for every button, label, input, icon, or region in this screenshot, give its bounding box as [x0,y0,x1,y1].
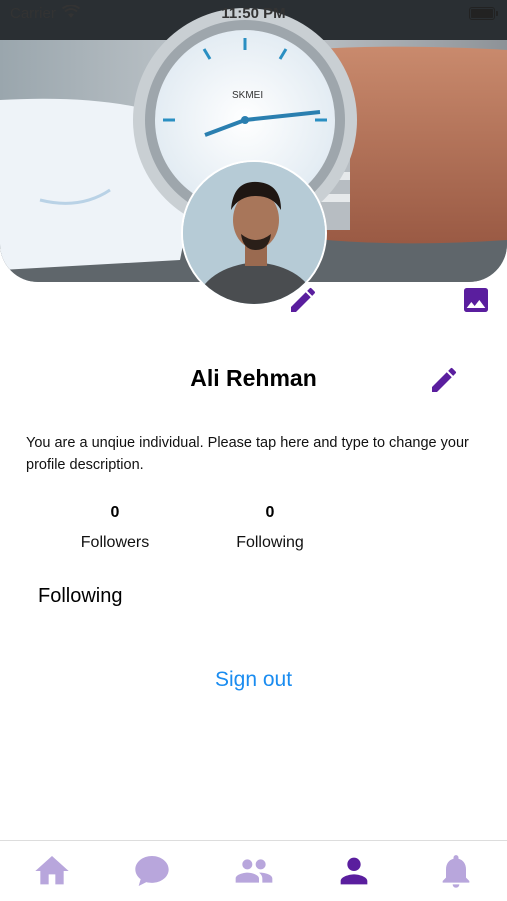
edit-name-pencil-icon[interactable] [428,364,460,396]
watch-brand-text: SKMEI [232,90,263,101]
profile-description[interactable]: You are a unqiue individual. Please tap … [26,432,486,476]
followers-stat[interactable]: 0 Followers [45,504,185,552]
sign-out-button[interactable]: Sign out [0,668,507,692]
following-section-title: Following [38,585,123,607]
following-stat[interactable]: 0 Following [200,504,340,552]
following-count: 0 [265,504,275,521]
tab-bar [0,840,507,901]
followers-count: 0 [110,504,120,521]
home-icon[interactable] [32,851,72,891]
cover-image-icon[interactable] [460,284,492,316]
status-bar: Carrier 11:50 PM [0,0,507,28]
status-time: 11:50 PM [221,5,286,22]
people-icon[interactable] [234,851,274,891]
battery-icon [469,7,498,20]
followers-label: Followers [80,534,150,551]
bell-icon[interactable] [436,851,476,891]
edit-avatar-pencil-icon[interactable] [287,284,319,316]
chat-bubble-icon[interactable] [132,851,172,891]
following-label: Following [236,534,304,551]
person-icon[interactable] [334,851,374,891]
